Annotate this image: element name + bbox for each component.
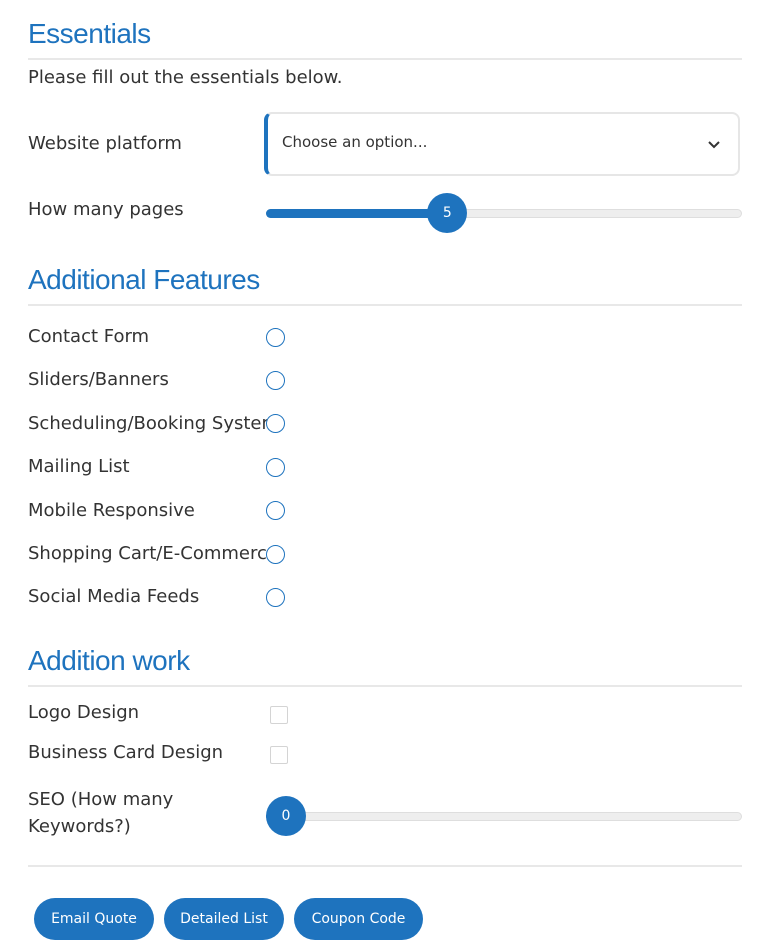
business-card-checkbox[interactable] bbox=[270, 746, 288, 764]
feature-label: Mailing List bbox=[28, 456, 130, 477]
social-media-feeds-radio[interactable] bbox=[266, 588, 285, 607]
contact-form-radio[interactable] bbox=[266, 328, 285, 347]
footer-divider bbox=[28, 865, 742, 867]
business-card-label: Business Card Design bbox=[28, 742, 224, 763]
seo-slider[interactable]: 0 bbox=[264, 793, 742, 839]
feature-label: Sliders/Banners bbox=[28, 369, 169, 390]
essentials-heading: Essentials bbox=[28, 18, 151, 49]
mailing-list-radio[interactable] bbox=[266, 458, 285, 477]
essentials-divider bbox=[28, 58, 742, 60]
pages-slider-thumb[interactable]: 5 bbox=[427, 193, 468, 233]
mobile-responsive-radio[interactable] bbox=[266, 501, 285, 520]
features-divider bbox=[28, 304, 742, 306]
seo-label-line2: Keywords?) bbox=[28, 816, 131, 837]
pages-label: How many pages bbox=[28, 199, 184, 220]
feature-label: Shopping Cart/E-Commerce bbox=[28, 543, 278, 564]
sliders-banners-radio[interactable] bbox=[266, 371, 285, 390]
essentials-intro: Please fill out the essentials below. bbox=[28, 67, 343, 88]
logo-design-checkbox[interactable] bbox=[270, 706, 288, 724]
seo-slider-thumb[interactable]: 0 bbox=[266, 796, 306, 836]
detailed-list-button[interactable]: Detailed List bbox=[164, 898, 284, 940]
email-quote-button[interactable]: Email Quote bbox=[34, 898, 154, 940]
chevron-down-icon bbox=[708, 141, 720, 149]
pages-slider-fill bbox=[266, 209, 448, 218]
website-platform-label: Website platform bbox=[28, 133, 182, 154]
features-heading: Additional Features bbox=[28, 264, 260, 295]
addition-work-divider bbox=[28, 685, 742, 687]
seo-label: SEO (How many Keywords?) bbox=[28, 786, 173, 840]
seo-label-line1: SEO (How many bbox=[28, 789, 174, 810]
addition-work-heading: Addition work bbox=[28, 645, 190, 676]
feature-label: Social Media Feeds bbox=[28, 586, 200, 607]
seo-slider-track bbox=[266, 812, 742, 821]
website-platform-value: Choose an option... bbox=[282, 133, 428, 151]
pages-slider[interactable]: 5 bbox=[264, 190, 742, 236]
feature-label: Contact Form bbox=[28, 326, 150, 347]
feature-label: Scheduling/Booking System bbox=[28, 413, 280, 434]
shopping-cart-radio[interactable] bbox=[266, 545, 285, 564]
scheduling-booking-radio[interactable] bbox=[266, 414, 285, 433]
feature-label: Mobile Responsive bbox=[28, 500, 195, 521]
logo-design-label: Logo Design bbox=[28, 702, 140, 723]
website-platform-select[interactable]: Choose an option... bbox=[264, 112, 740, 176]
coupon-code-button[interactable]: Coupon Code bbox=[294, 898, 423, 940]
